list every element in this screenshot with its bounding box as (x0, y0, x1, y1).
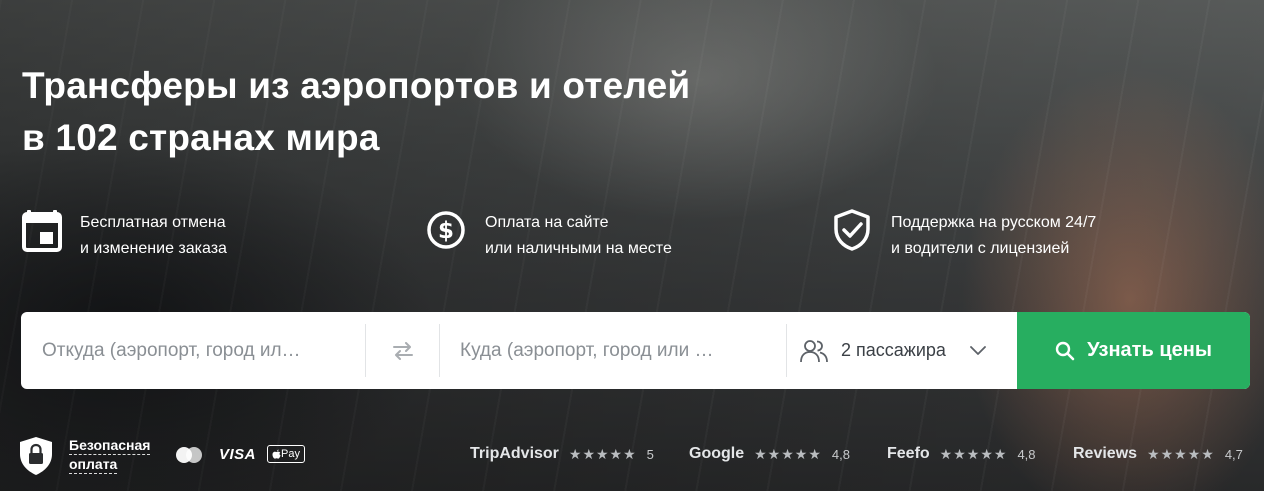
secure-line2: оплата (69, 456, 118, 474)
feature-line2: или наличными на месте (485, 240, 672, 257)
passengers-select[interactable]: 2 пассажира (786, 324, 1017, 377)
visa-logo: VISA (219, 446, 257, 463)
dollar-circle-icon: $ (427, 208, 467, 252)
find-prices-label: Узнать цены (1087, 339, 1212, 361)
feature-line1: Бесплатная отмена (80, 214, 226, 231)
mastercard-icon (176, 447, 202, 463)
rating-source: Reviews (1073, 445, 1138, 462)
svg-text:$: $ (438, 218, 454, 244)
apple-icon (272, 449, 281, 459)
feature-line2: и водители с лицензией (891, 240, 1070, 257)
apple-pay-logo: Pay (267, 445, 305, 463)
rating-stars: ★★★★★ (939, 445, 1008, 462)
to-placeholder: Куда (аэропорт, город или … (460, 339, 714, 361)
rating-feefo[interactable]: Feefo ★★★★★ 4,8 (887, 445, 1036, 463)
search-icon (1055, 341, 1075, 360)
rating-score: 4,8 (1017, 446, 1036, 462)
passengers-value: 2 пассажира (841, 340, 946, 360)
feature-payment-options: $ Оплата на сайте или наличными на месте (427, 208, 672, 262)
hero-title: Трансферы из аэропортов и отелей в 102 с… (22, 60, 690, 164)
rating-tripadvisor[interactable]: TripAdvisor ★★★★★ 5 (470, 445, 654, 463)
swap-arrows-icon (392, 341, 413, 360)
to-input[interactable]: Куда (аэропорт, город или … (440, 312, 786, 389)
apple-pay-label: Pay (281, 448, 300, 460)
rating-stars: ★★★★★ (568, 445, 637, 462)
rating-stars: ★★★★★ (754, 445, 822, 462)
rating-source: Google (689, 445, 745, 462)
rating-google[interactable]: Google ★★★★★ 4,8 (689, 445, 850, 463)
feature-free-cancellation: Бесплатная отмена и изменение заказа (22, 208, 227, 262)
rating-reviews[interactable]: Reviews ★★★★★ 4,7 (1073, 445, 1243, 463)
from-placeholder: Откуда (аэропорт, город ил… (42, 339, 301, 361)
feature-support: Поддержка на русском 24/7 и водители с л… (833, 208, 1096, 262)
from-input[interactable]: Откуда (аэропорт, город ил… (21, 312, 365, 389)
swap-directions-button[interactable] (365, 324, 440, 377)
transfer-search-form: Откуда (аэропорт, город ил… Куда (аэропо… (21, 312, 1250, 389)
chevron-down-icon (970, 345, 986, 355)
feature-line2: и изменение заказа (80, 240, 227, 257)
hero-title-line1: Трансферы из аэропортов и отелей (22, 65, 691, 106)
lock-shield-icon (20, 437, 52, 475)
trust-strip: Безопасная оплата VISA Pay TripAdvisor ★… (0, 436, 1264, 476)
rating-source: Feefo (887, 445, 930, 462)
find-prices-button[interactable]: Узнать цены (1017, 312, 1250, 389)
feature-line1: Поддержка на русском 24/7 (891, 214, 1097, 231)
rating-score: 4,7 (1224, 446, 1243, 462)
rating-score: 4,8 (831, 446, 850, 462)
rating-source: TripAdvisor (470, 445, 559, 462)
rating-stars: ★★★★★ (1147, 445, 1215, 462)
rating-score: 5 (646, 446, 654, 462)
calendar-icon (22, 208, 62, 252)
feature-line1: Оплата на сайте (485, 214, 609, 231)
secure-payment-link[interactable]: Безопасная оплата (69, 436, 151, 474)
secure-line1: Безопасная (69, 437, 151, 455)
shield-check-icon (833, 208, 873, 252)
hero-title-line2: в 102 странах мира (22, 117, 380, 158)
people-icon (800, 339, 828, 362)
